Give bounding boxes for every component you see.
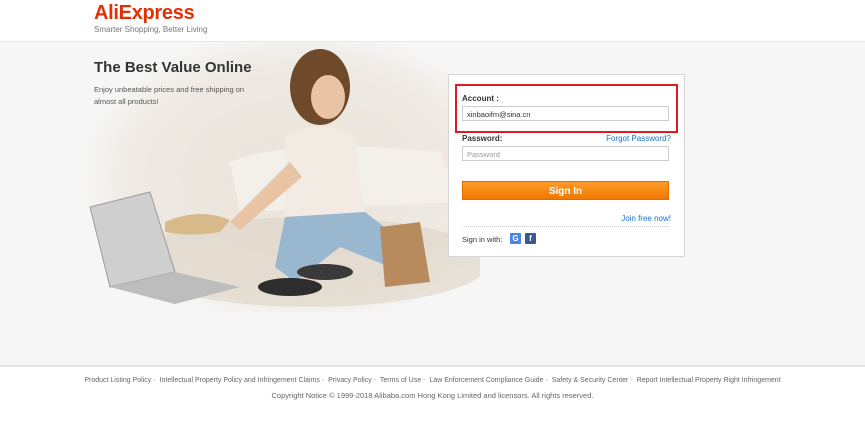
footer-link[interactable]: Product Listing Policy xyxy=(84,377,151,384)
separator: - xyxy=(630,377,633,384)
login-form: Account : xinbaoifm@sina.cn Password: Fo… xyxy=(448,74,685,257)
separator: - xyxy=(321,377,325,384)
site-footer: Product Listing Policy - Intellectual Pro… xyxy=(0,365,865,407)
hero-photo xyxy=(80,42,480,312)
sign-in-button[interactable]: Sign In xyxy=(462,181,669,200)
footer-link[interactable]: Intellectual Property Policy and Infring… xyxy=(160,377,320,384)
footer-link[interactable]: Law Enforcement Compliance Guide xyxy=(429,377,543,384)
page-bottom xyxy=(0,405,865,443)
divider xyxy=(462,226,669,227)
password-label: Password: xyxy=(462,134,503,143)
account-label: Account : xyxy=(462,94,499,103)
copyright-notice: Copyright Notice © 1999-2018 Alibaba.com… xyxy=(271,391,594,400)
aliexpress-logo[interactable]: AliExpress xyxy=(94,2,195,25)
separator: - xyxy=(423,377,426,384)
site-tagline: Smarter Shopping, Better Living xyxy=(94,25,208,34)
google-icon[interactable]: G xyxy=(510,233,521,244)
footer-link[interactable]: Privacy Policy xyxy=(328,377,372,384)
hero-title: The Best Value Online xyxy=(94,59,252,76)
separator: - xyxy=(545,377,548,384)
facebook-icon[interactable]: f xyxy=(525,233,536,244)
join-free-link[interactable]: Join free now! xyxy=(621,214,671,223)
site-header: AliExpress Smarter Shopping, Better Livi… xyxy=(0,0,865,42)
sign-in-with-label: Sign in with: xyxy=(462,235,503,244)
account-input[interactable]: xinbaoifm@sina.cn xyxy=(462,106,669,121)
hero-description: Enjoy unbeatable prices and free shippin… xyxy=(94,85,245,106)
forgot-password-link[interactable]: Forgot Password? xyxy=(606,134,671,143)
separator: - xyxy=(373,377,377,384)
footer-link[interactable]: Report Intellectual Property Right Infri… xyxy=(637,377,781,384)
footer-link[interactable]: Safety & Security Center xyxy=(552,377,629,384)
password-input[interactable]: Password xyxy=(462,146,669,161)
footer-link[interactable]: Terms of Use xyxy=(380,377,421,384)
hero-banner: The Best Value Online Enjoy unbeatable p… xyxy=(0,42,865,365)
footer-links: Product Listing Policy - Intellectual Pro… xyxy=(0,377,865,384)
separator: - xyxy=(153,377,156,384)
